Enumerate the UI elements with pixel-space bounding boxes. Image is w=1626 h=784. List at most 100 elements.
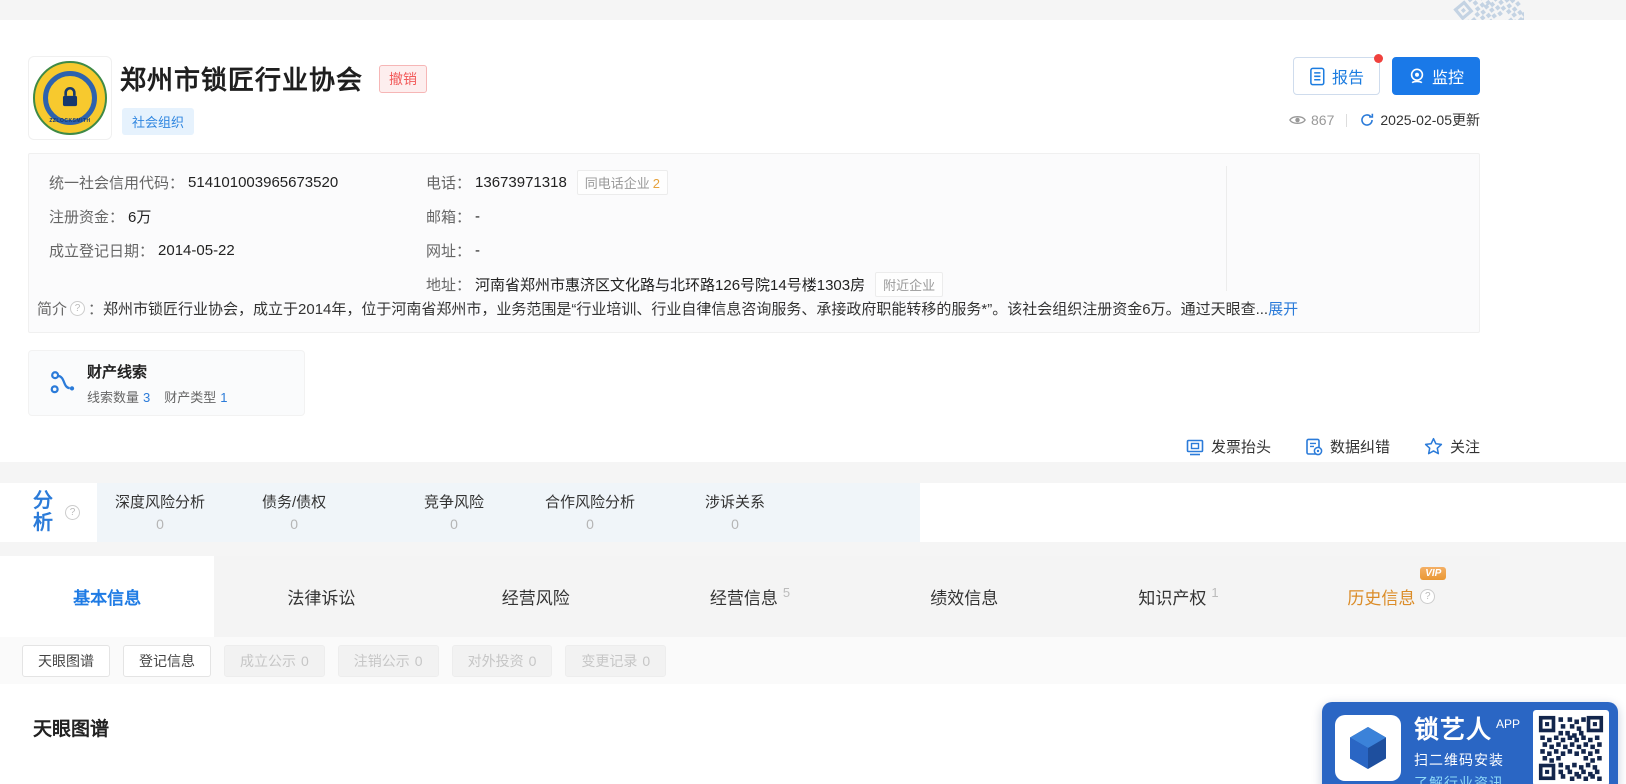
data-correction-button[interactable]: 数据纠错 — [1305, 436, 1390, 457]
history-help-icon[interactable]: ? — [1420, 589, 1436, 604]
email-value: - — [475, 207, 481, 225]
info-row-email: 邮箱： - — [426, 199, 943, 233]
follow-button[interactable]: 关注 — [1424, 436, 1480, 457]
analysis-item-count: 0 — [586, 516, 594, 532]
info-row-capital: 注册资金： 6万 — [49, 199, 338, 233]
analysis-item-debt[interactable]: 债务/债权 0 — [262, 491, 326, 532]
app-suffix: APP — [1496, 717, 1521, 731]
intro-colon: ： — [88, 301, 104, 318]
expand-link[interactable]: 展开 — [1268, 298, 1298, 319]
status-badge-revoked: 撤销 — [379, 64, 428, 93]
meta-separator — [1346, 113, 1348, 127]
subtab-registration-info[interactable]: 登记信息 — [123, 645, 211, 677]
emblem-caption: ZZLOCKSMITH — [49, 118, 91, 124]
credit-code-value: 514101003965673520 — [188, 173, 339, 191]
page-title: 郑州市锁匠行业协会 — [120, 65, 364, 95]
info-row-website: 网址： - — [426, 233, 943, 267]
subtab-label: 天眼图谱 — [38, 653, 94, 669]
analysis-item-cooperation[interactable]: 合作风险分析 0 — [545, 491, 635, 532]
subtab-count: 0 — [642, 653, 651, 669]
data-correction-icon — [1305, 438, 1323, 456]
property-type-stat: 财产类型 1 — [164, 387, 227, 406]
analysis-item-deep-risk[interactable]: 深度风险分析 0 — [115, 491, 205, 532]
info-row-phone: 电话： 13673971318 同电话企业 2 — [426, 165, 943, 199]
analysis-items-box: 深度风险分析 0 债务/债权 0 竞争风险 0 合作风险分析 0 涉诉关系 0 — [97, 483, 920, 542]
analysis-item-competition[interactable]: 竞争风险 0 — [424, 491, 484, 532]
view-eye-icon — [1289, 114, 1306, 126]
invoice-title-button[interactable]: 发票抬头 — [1186, 436, 1271, 457]
analysis-section: 分析 ? 深度风险分析 0 债务/债权 0 竞争风险 0 合作风险分析 0 涉诉… — [0, 483, 1626, 542]
analysis-item-litigation[interactable]: 涉诉关系 0 — [705, 491, 765, 532]
credit-code-label: 统一社会信用代码： — [49, 174, 185, 192]
follow-label: 关注 — [1449, 439, 1480, 456]
info-left-column: 统一社会信用代码： 514101003965673520 注册资金： 6万 成立… — [49, 165, 338, 267]
tab-intellectual-property[interactable]: 知识产权 1 — [1071, 556, 1285, 637]
subtab-count: 0 — [528, 653, 537, 669]
subtab-graph[interactable]: 天眼图谱 — [22, 645, 110, 677]
app-info-hint: 了解行业资讯 — [1414, 775, 1504, 784]
report-doc-icon — [1309, 67, 1326, 86]
founded-label: 成立登记日期： — [49, 242, 155, 260]
subtabs: 天眼图谱 登记信息 成立公示 0 注销公示 0 对外投资 0 变更记录 0 — [22, 645, 667, 677]
tab-legal-proceedings[interactable]: 法律诉讼 — [214, 556, 428, 637]
email-label: 邮箱： — [426, 208, 472, 226]
subtab-count: 0 — [301, 653, 309, 669]
report-button-label: 报告 — [1331, 70, 1364, 87]
tab-label: 绩效信息 — [930, 589, 999, 608]
analysis-help-icon[interactable]: ? — [65, 505, 80, 520]
tab-label: 知识产权 — [1138, 589, 1207, 608]
subtab-label: 成立公示 — [240, 653, 296, 669]
tab-label: 法律诉讼 — [287, 589, 356, 608]
analysis-item-count: 0 — [450, 516, 458, 532]
subtab-change-records: 变更记录 0 — [565, 645, 667, 677]
tab-count: 1 — [1211, 585, 1219, 600]
tab-label: 经营风险 — [501, 589, 570, 608]
tab-business-info[interactable]: 经营信息 5 — [643, 556, 857, 637]
tab-count: 5 — [782, 585, 791, 600]
capital-value: 6万 — [128, 208, 152, 226]
update-date: 2025-02-05更新 — [1380, 112, 1480, 128]
subtab-label: 变更记录 — [581, 653, 638, 669]
title-row: 郑州市锁匠行业协会 撤销 — [120, 60, 428, 97]
nearby-companies-badge[interactable]: 附近企业 — [875, 271, 944, 297]
data-correction-label: 数据纠错 — [1329, 439, 1390, 456]
tab-label: 基本信息 — [73, 589, 142, 608]
info-column-divider — [1226, 166, 1227, 291]
monitor-cam-icon — [1408, 67, 1426, 85]
company-info-box: 统一社会信用代码： 514101003965673520 注册资金： 6万 成立… — [28, 153, 1480, 333]
phone-value: 13673971318 — [475, 173, 567, 191]
locksmith-emblem-icon: ZZLOCKSMITH — [33, 61, 107, 135]
invoice-icon — [1186, 438, 1204, 456]
report-button[interactable]: 报告 — [1292, 54, 1383, 95]
view-count: 867 — [1311, 112, 1335, 128]
analysis-title: 分析 — [33, 490, 53, 534]
property-type-label: 财产类型 — [164, 390, 217, 405]
info-right-column: 电话： 13673971318 同电话企业 2 邮箱： - 网址： - 地址： 河… — [426, 165, 944, 301]
analysis-item-label: 竞争风险 — [424, 494, 485, 511]
tab-basic-info[interactable]: 基本信息 — [0, 556, 215, 637]
intro-help-icon[interactable]: ? — [70, 301, 86, 316]
app-promo-widget[interactable]: 锁艺人 APP 扫二维码安装 了解行业资讯 — [1322, 702, 1618, 784]
property-clue-title: 财产线索 — [87, 364, 148, 381]
website-value: - — [475, 241, 481, 259]
header-buttons: 报告 监控 — [1292, 54, 1480, 95]
info-row-founded: 成立登记日期： 2014-05-22 — [49, 233, 338, 267]
notification-dot — [1373, 54, 1383, 63]
same-phone-badge[interactable]: 同电话企业 2 — [576, 169, 669, 195]
tab-performance-info[interactable]: 绩效信息 — [857, 556, 1071, 637]
clue-count-label: 线索数量 — [87, 390, 140, 405]
property-clue-card[interactable]: 财产线索 线索数量 3 财产类型 1 — [28, 350, 305, 416]
tab-history-info[interactable]: 历史信息 VIP ? — [1286, 556, 1500, 637]
graph-section-title: 天眼图谱 — [33, 719, 110, 740]
phone-label: 电话： — [426, 174, 472, 192]
qr-code-icon — [1538, 715, 1604, 781]
address-label: 地址： — [426, 276, 472, 294]
subtab-label: 注销公示 — [353, 653, 410, 669]
org-type-badge[interactable]: 社会组织 — [122, 108, 195, 135]
refresh-icon[interactable] — [1359, 112, 1375, 128]
tab-business-risk[interactable]: 经营风险 — [429, 556, 643, 637]
app-texts: 锁艺人 APP 扫二维码安装 了解行业资讯 — [1414, 710, 1520, 784]
analysis-item-label: 债务/债权 — [262, 494, 327, 511]
monitor-button[interactable]: 监控 — [1391, 57, 1480, 95]
intro-label-wrap: 简介 ? ： — [37, 298, 103, 319]
